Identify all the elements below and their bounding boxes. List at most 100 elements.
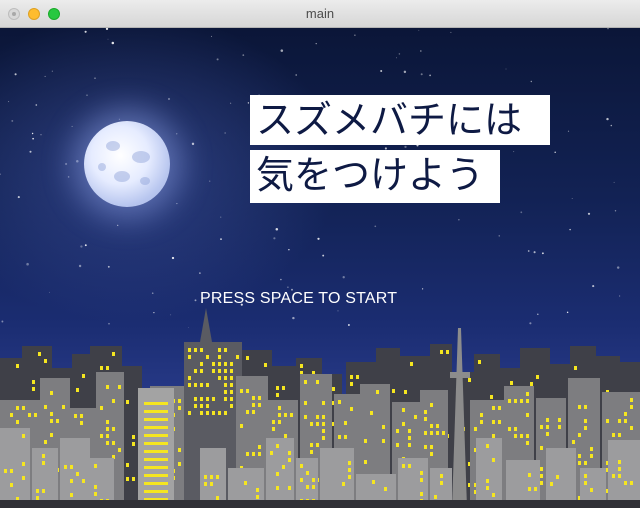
building-window (508, 399, 511, 403)
building-window (42, 461, 45, 465)
building-window (430, 445, 433, 449)
building-window (246, 410, 249, 414)
building-window (350, 407, 353, 411)
building-window (188, 376, 191, 380)
building-window (514, 427, 517, 431)
building-window (498, 406, 501, 410)
building-window (288, 486, 291, 490)
building-window (22, 476, 25, 480)
building-window (178, 406, 181, 410)
building-window (528, 487, 531, 491)
building-window (284, 413, 287, 417)
building-window (22, 406, 25, 410)
building-window (94, 464, 97, 468)
building-window (304, 380, 307, 384)
building-window (304, 415, 307, 419)
building-window (356, 375, 359, 379)
building-window (306, 471, 309, 475)
building-window (584, 481, 587, 485)
building-window (230, 376, 233, 380)
building-window (276, 444, 279, 448)
building-window (16, 406, 19, 410)
building-window (230, 397, 233, 401)
building-window (440, 474, 443, 478)
building-window (106, 420, 109, 424)
building-window (272, 420, 275, 424)
building-window (408, 429, 411, 433)
building-window (440, 481, 443, 485)
building-window (322, 415, 325, 419)
building-window (414, 415, 417, 419)
building-window (402, 464, 405, 468)
building-window (342, 482, 345, 486)
building-window (572, 440, 575, 444)
building-window (210, 482, 213, 486)
building-window (4, 469, 7, 473)
building-window (514, 434, 517, 438)
building-window (224, 383, 227, 387)
building-window (282, 465, 285, 469)
building-window (236, 355, 239, 359)
building-window (276, 486, 279, 490)
building-window (44, 440, 47, 444)
city-skyline (0, 308, 640, 508)
building-window (618, 474, 621, 478)
building-window (310, 450, 313, 454)
building-window (578, 454, 581, 458)
building-window (144, 474, 168, 477)
building-window (590, 447, 593, 451)
building-window (16, 364, 19, 368)
building-window (70, 465, 73, 469)
building-window (200, 404, 203, 408)
building-window (284, 434, 287, 438)
building-window (350, 382, 353, 386)
building-window (526, 413, 529, 417)
building-window (630, 398, 633, 402)
game-canvas[interactable]: スズメバチには 気をつけよう PRESS SPACE TO START (0, 28, 640, 508)
building-window (528, 473, 531, 477)
building-window (630, 426, 633, 430)
building-window (310, 443, 313, 447)
building-window (304, 401, 307, 405)
building-window (278, 406, 281, 410)
building-window (188, 411, 191, 415)
building-window (344, 435, 347, 439)
building-window (480, 413, 483, 417)
building-window (312, 478, 315, 482)
foreground-building (476, 438, 502, 508)
building-window (272, 427, 275, 431)
building-window (410, 362, 413, 366)
building-window (224, 348, 227, 352)
building-window (402, 408, 405, 412)
building-window (22, 462, 25, 466)
tower-spire (200, 308, 212, 342)
building-window (36, 496, 39, 500)
building-window (200, 362, 203, 366)
building-window (218, 362, 221, 366)
building-window (252, 396, 255, 400)
building-window (230, 383, 233, 387)
building-window (290, 413, 293, 417)
building-window (106, 441, 109, 445)
building-window (316, 380, 319, 384)
building-window (218, 348, 221, 352)
building-window (478, 360, 481, 364)
building-window (618, 467, 621, 471)
building-window (194, 397, 197, 401)
building-window (36, 489, 39, 493)
building-window (50, 391, 53, 395)
building-window (332, 387, 335, 391)
building-window (322, 401, 325, 405)
building-window (76, 472, 79, 476)
building-window (200, 348, 203, 352)
building-window (424, 410, 427, 414)
building-window (212, 397, 215, 401)
building-window (74, 414, 77, 418)
building-window (486, 479, 489, 483)
building-window (546, 432, 549, 436)
building-window (430, 431, 433, 435)
building-window (252, 410, 255, 414)
building-window (76, 388, 79, 392)
building-window (382, 439, 385, 443)
building-window (486, 444, 489, 448)
